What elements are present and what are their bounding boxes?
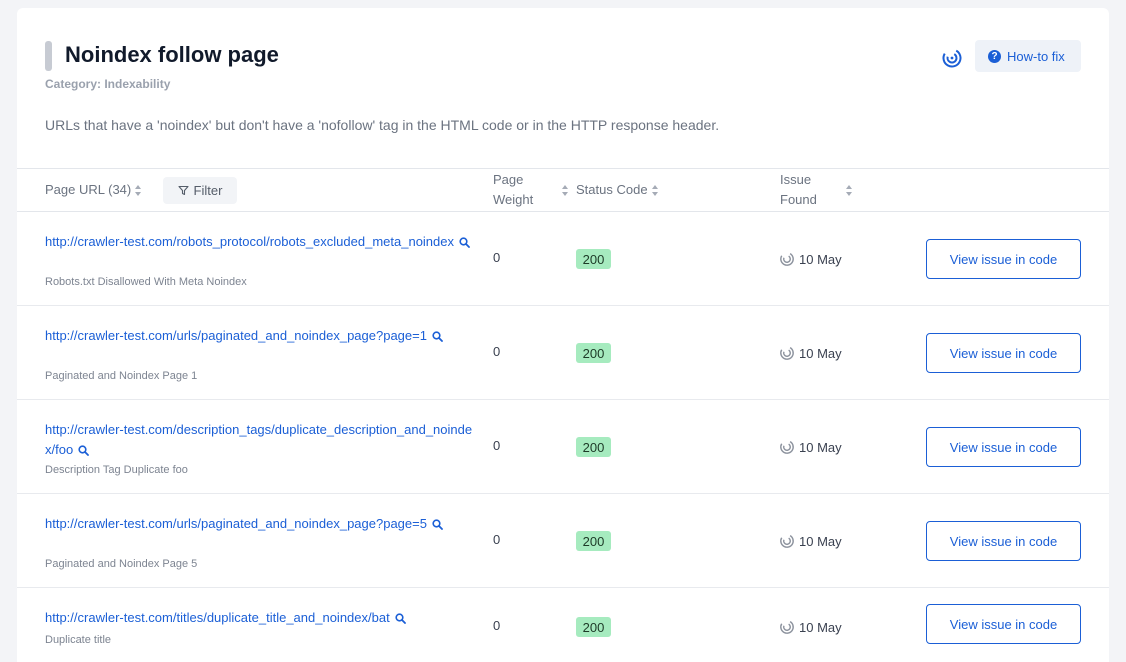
- view-issue-in-code-button[interactable]: View issue in code: [926, 604, 1081, 644]
- view-issue-in-code-button[interactable]: View issue in code: [926, 239, 1081, 279]
- crawl-ring-icon: [780, 620, 794, 634]
- page-url-link[interactable]: http://crawler-test.com/titles/duplicate…: [45, 608, 481, 628]
- col-issue-found-line2: Found: [780, 192, 817, 207]
- sort-icon[interactable]: [562, 185, 569, 196]
- search-icon[interactable]: [78, 445, 90, 456]
- filter-button[interactable]: Filter: [163, 177, 237, 204]
- page-url-link[interactable]: http://crawler-test.com/robots_protocol/…: [45, 232, 481, 252]
- page-weight-value: 0: [493, 532, 501, 547]
- issue-found-date: 10 May: [779, 342, 842, 364]
- table-row: http://crawler-test.com/urls/paginated_a…: [17, 494, 1109, 588]
- category-label: Category: Indexability: [45, 77, 171, 91]
- col-issue-found-label: Issue Found: [780, 170, 817, 210]
- table-row: http://crawler-test.com/robots_protocol/…: [17, 212, 1109, 306]
- crawl-ring-icon: [780, 534, 794, 548]
- page-subtitle: Robots.txt Disallowed With Meta Noindex: [45, 276, 247, 288]
- search-icon[interactable]: [432, 519, 443, 530]
- view-issue-in-code-button[interactable]: View issue in code: [926, 427, 1081, 467]
- crawl-ring-icon: [780, 346, 794, 360]
- crawl-ring-icon: [780, 252, 794, 266]
- col-status-code[interactable]: Status Code: [576, 180, 659, 200]
- search-icon[interactable]: [395, 613, 406, 624]
- page-subtitle: Paginated and Noindex Page 5: [45, 558, 198, 570]
- view-issue-in-code-button[interactable]: View issue in code: [926, 333, 1081, 373]
- page-subtitle: Duplicate title: [45, 634, 112, 646]
- page-url-text: http://crawler-test.com/titles/duplicate…: [45, 610, 390, 625]
- search-icon[interactable]: [459, 237, 470, 248]
- filter-icon: [177, 185, 189, 196]
- issue-found-date: 10 May: [779, 530, 842, 552]
- table-header: Page URL (34) Filter Page Weight Status …: [17, 168, 1109, 212]
- issue-found-date: 10 May: [779, 616, 842, 638]
- col-status-code-label: Status Code: [576, 182, 648, 197]
- search-icon[interactable]: [432, 331, 443, 342]
- issue-card: Noindex follow page Category: Indexabili…: [17, 8, 1109, 662]
- issue-found-date: 10 May: [779, 248, 842, 270]
- view-issue-in-code-button[interactable]: View issue in code: [926, 521, 1081, 561]
- title-accent-bar: [45, 41, 52, 71]
- issue-found-date-text: 10 May: [799, 251, 842, 267]
- col-page-weight-line1: Page: [493, 172, 524, 187]
- issue-found-date-text: 10 May: [799, 619, 842, 635]
- status-badge: 200: [576, 249, 611, 269]
- status-badge: 200: [576, 343, 611, 363]
- sort-icon[interactable]: [846, 185, 853, 196]
- col-page-weight-label: Page Weight: [493, 170, 533, 210]
- page-weight-value: 0: [493, 438, 501, 453]
- table-row: http://crawler-test.com/urls/paginated_a…: [17, 306, 1109, 400]
- table-row: http://crawler-test.com/titles/duplicate…: [17, 588, 1109, 662]
- page-title: Noindex follow page: [65, 42, 279, 67]
- page-url-link[interactable]: http://crawler-test.com/urls/paginated_a…: [45, 514, 481, 534]
- col-page-weight-line2: Weight: [493, 192, 534, 207]
- page-weight-value: 0: [493, 344, 501, 359]
- col-page-url[interactable]: Page URL (34): [45, 180, 142, 200]
- filter-label: Filter: [193, 183, 223, 198]
- page-url-text: http://crawler-test.com/robots_protocol/…: [45, 234, 454, 249]
- page-weight-value: 0: [493, 618, 501, 633]
- status-badge: 200: [576, 531, 611, 551]
- status-badge: 200: [576, 617, 611, 637]
- sort-icon: [135, 185, 142, 197]
- page-url-text: http://crawler-test.com/urls/paginated_a…: [45, 516, 427, 531]
- issue-found-date-text: 10 May: [799, 533, 842, 549]
- sort-icon: [651, 185, 659, 197]
- crawl-ring-icon[interactable]: [941, 47, 963, 69]
- page-subtitle: Paginated and Noindex Page 1: [45, 370, 198, 382]
- issue-found-date-text: 10 May: [799, 345, 842, 361]
- status-badge: 200: [576, 437, 611, 457]
- how-to-fix-label: How-to fix: [1007, 48, 1065, 64]
- page-weight-value: 0: [493, 250, 501, 265]
- col-issue-found-line1: Issue: [780, 172, 812, 187]
- page-url-link[interactable]: http://crawler-test.com/description_tags…: [45, 420, 481, 460]
- issue-description: URLs that have a 'noindex' but don't hav…: [45, 117, 720, 133]
- how-to-fix-button[interactable]: ? How-to fix: [975, 40, 1081, 72]
- issue-found-date-text: 10 May: [799, 439, 842, 455]
- page-subtitle: Description Tag Duplicate foo: [45, 464, 188, 476]
- table-row: http://crawler-test.com/description_tags…: [17, 400, 1109, 494]
- page-url-link[interactable]: http://crawler-test.com/urls/paginated_a…: [45, 326, 481, 346]
- page-url-text: http://crawler-test.com/urls/paginated_a…: [45, 328, 427, 343]
- page-url-text: http://crawler-test.com/description_tags…: [45, 422, 473, 457]
- crawl-ring-icon: [780, 440, 794, 454]
- question-icon: ?: [988, 49, 1001, 63]
- issue-found-date: 10 May: [779, 436, 842, 458]
- col-page-url-label: Page URL (34): [45, 182, 132, 197]
